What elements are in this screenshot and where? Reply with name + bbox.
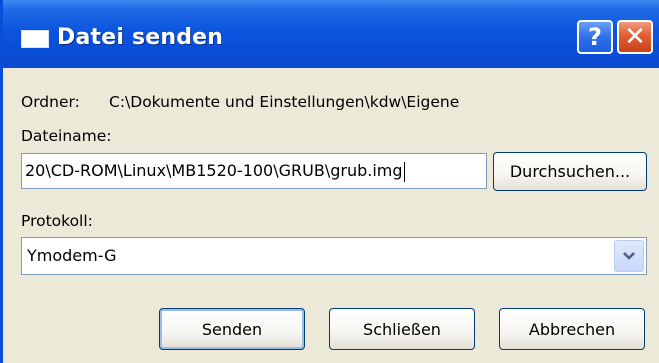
- close-button[interactable]: Schließen: [329, 308, 475, 350]
- folder-path: C:\Dokumente und Einstellungen\kdw\Eigen…: [109, 93, 460, 111]
- window-title: Datei senden: [57, 25, 224, 50]
- filename-label: Dateiname:: [21, 127, 112, 145]
- text-caret: [403, 161, 405, 182]
- protocol-select[interactable]: Ymodem-G: [21, 237, 647, 275]
- protocol-selected-value: Ymodem-G: [27, 246, 117, 265]
- help-button[interactable]: ?: [577, 20, 613, 54]
- dialog-window: Datei senden ? ✕ Ordner: C:\Dokumente un…: [0, 0, 659, 363]
- browse-button[interactable]: Durchsuchen...: [493, 152, 647, 191]
- window-icon: [21, 30, 49, 48]
- chevron-down-icon: [623, 252, 635, 260]
- close-window-button[interactable]: ✕: [617, 20, 653, 54]
- folder-label: Ordner:: [21, 93, 80, 111]
- dropdown-arrow-button[interactable]: [614, 240, 644, 272]
- send-button[interactable]: Senden: [159, 308, 305, 350]
- protocol-label: Protokoll:: [21, 212, 93, 230]
- title-bar[interactable]: Datei senden ? ✕: [3, 0, 659, 68]
- filename-value: 20\CD-ROM\Linux\MB1520-100\GRUB\grub.img: [25, 161, 403, 180]
- cancel-button[interactable]: Abbrechen: [499, 308, 645, 350]
- filename-input[interactable]: 20\CD-ROM\Linux\MB1520-100\GRUB\grub.img: [21, 153, 487, 189]
